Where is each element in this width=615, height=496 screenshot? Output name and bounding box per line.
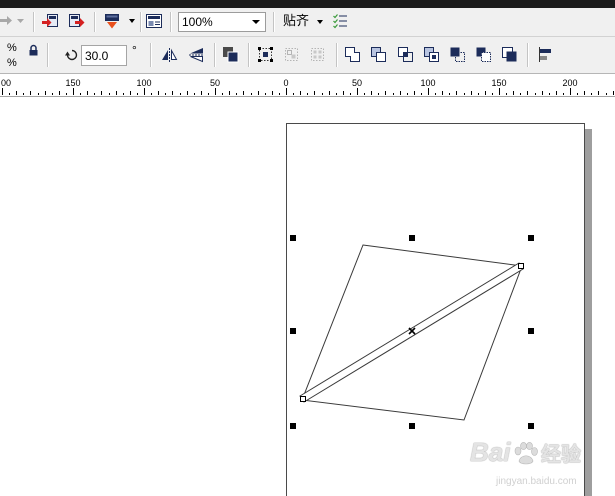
standard-toolbar: 100% 贴齐 [0, 8, 615, 37]
ungroup-icon[interactable] [283, 46, 300, 63]
intersect-icon[interactable] [397, 46, 414, 63]
node-handle[interactable] [518, 263, 524, 269]
application-launcher-dropdown-icon[interactable] [129, 19, 135, 23]
weld-icon[interactable] [344, 46, 361, 63]
ungroup-all-icon[interactable] [309, 46, 326, 63]
ruler-label: 150 [491, 78, 506, 88]
selection-handle-top-center[interactable] [409, 235, 415, 241]
paw-logo-icon [514, 442, 538, 465]
zoom-level-combo[interactable]: 100% [178, 12, 266, 32]
application-launcher-icon[interactable] [104, 13, 120, 29]
ruler-label: 50 [352, 78, 362, 88]
front-minus-back-icon[interactable] [449, 46, 466, 63]
zoom-dropdown-icon[interactable] [252, 20, 260, 24]
welcome-screen-icon[interactable] [146, 14, 162, 29]
zoom-level-value: 100% [182, 15, 213, 29]
ruler-label: 200 [562, 78, 577, 88]
toolbar-separator [248, 43, 250, 67]
drawing-surface[interactable] [0, 97, 615, 496]
selection-handle-bottom-right[interactable] [528, 423, 534, 429]
toolbar-separator [214, 43, 216, 67]
mirror-horizontal-icon[interactable] [161, 47, 178, 63]
rotation-icon [65, 49, 78, 61]
rotation-angle-input[interactable] [81, 45, 127, 66]
toolbar-separator [33, 12, 35, 32]
selection-handle-bottom-center[interactable] [409, 423, 415, 429]
property-bar: % % ° [0, 37, 615, 74]
ruler-scale: 00 150 100 50 0 50 100 150 200 [1, 78, 614, 95]
ruler-label: 100 [420, 78, 435, 88]
combine-icon[interactable] [222, 46, 239, 63]
ruler-label: 150 [65, 78, 80, 88]
snap-to-button[interactable]: 贴齐 [283, 14, 309, 30]
ruler-label: 0 [283, 78, 288, 88]
page-border [286, 123, 585, 496]
simplify-icon[interactable] [423, 46, 440, 63]
drawing-canvas[interactable]: Bai 经验 jingyan.baidu.com [0, 97, 615, 496]
lock-icon[interactable] [28, 44, 39, 56]
toolbar-separator [47, 43, 49, 67]
selection-handle-middle-right[interactable] [528, 328, 534, 334]
toolbar-separator [336, 43, 338, 67]
import-icon[interactable] [42, 13, 59, 29]
scale-y-unit: % [7, 57, 17, 69]
ruler-label: 00 [1, 78, 11, 88]
toolbar-separator [94, 12, 96, 32]
horizontal-ruler[interactable]: 00 150 100 50 0 50 100 150 200 [0, 74, 615, 97]
toolbar-separator [527, 43, 529, 67]
scale-x-unit: % [7, 42, 17, 54]
selection-handle-top-left[interactable] [290, 235, 296, 241]
page-shadow [585, 129, 592, 496]
toolbar-separator [150, 43, 152, 67]
toolbar-separator [273, 12, 275, 32]
trim-icon[interactable] [370, 46, 387, 63]
create-boundary-icon[interactable] [501, 46, 518, 63]
selection-handle-middle-left[interactable] [290, 328, 296, 334]
ruler-label: 50 [210, 78, 220, 88]
toolbar-separator [140, 12, 142, 32]
group-icon[interactable] [257, 46, 274, 63]
watermark-brand: Bai [470, 437, 511, 467]
selection-handle-bottom-left[interactable] [290, 423, 296, 429]
ruler-label: 100 [136, 78, 151, 88]
selection-handle-top-right[interactable] [528, 235, 534, 241]
back-minus-front-icon[interactable] [475, 46, 492, 63]
mirror-vertical-icon[interactable] [188, 47, 205, 63]
snap-options-icon[interactable] [333, 13, 348, 29]
watermark-url: jingyan.baidu.com [496, 476, 577, 487]
toolbar-separator [170, 12, 172, 32]
snap-to-dropdown-icon[interactable] [317, 20, 323, 24]
node-handle[interactable] [300, 396, 306, 402]
redo-dropdown-icon[interactable] [17, 19, 24, 23]
export-icon[interactable] [68, 13, 85, 29]
redo-icon[interactable] [0, 15, 13, 26]
align-distribute-icon[interactable] [537, 46, 554, 63]
rotation-unit: ° [132, 43, 137, 57]
watermark-product: 经验 [541, 442, 581, 466]
window-top-bar [0, 0, 615, 8]
